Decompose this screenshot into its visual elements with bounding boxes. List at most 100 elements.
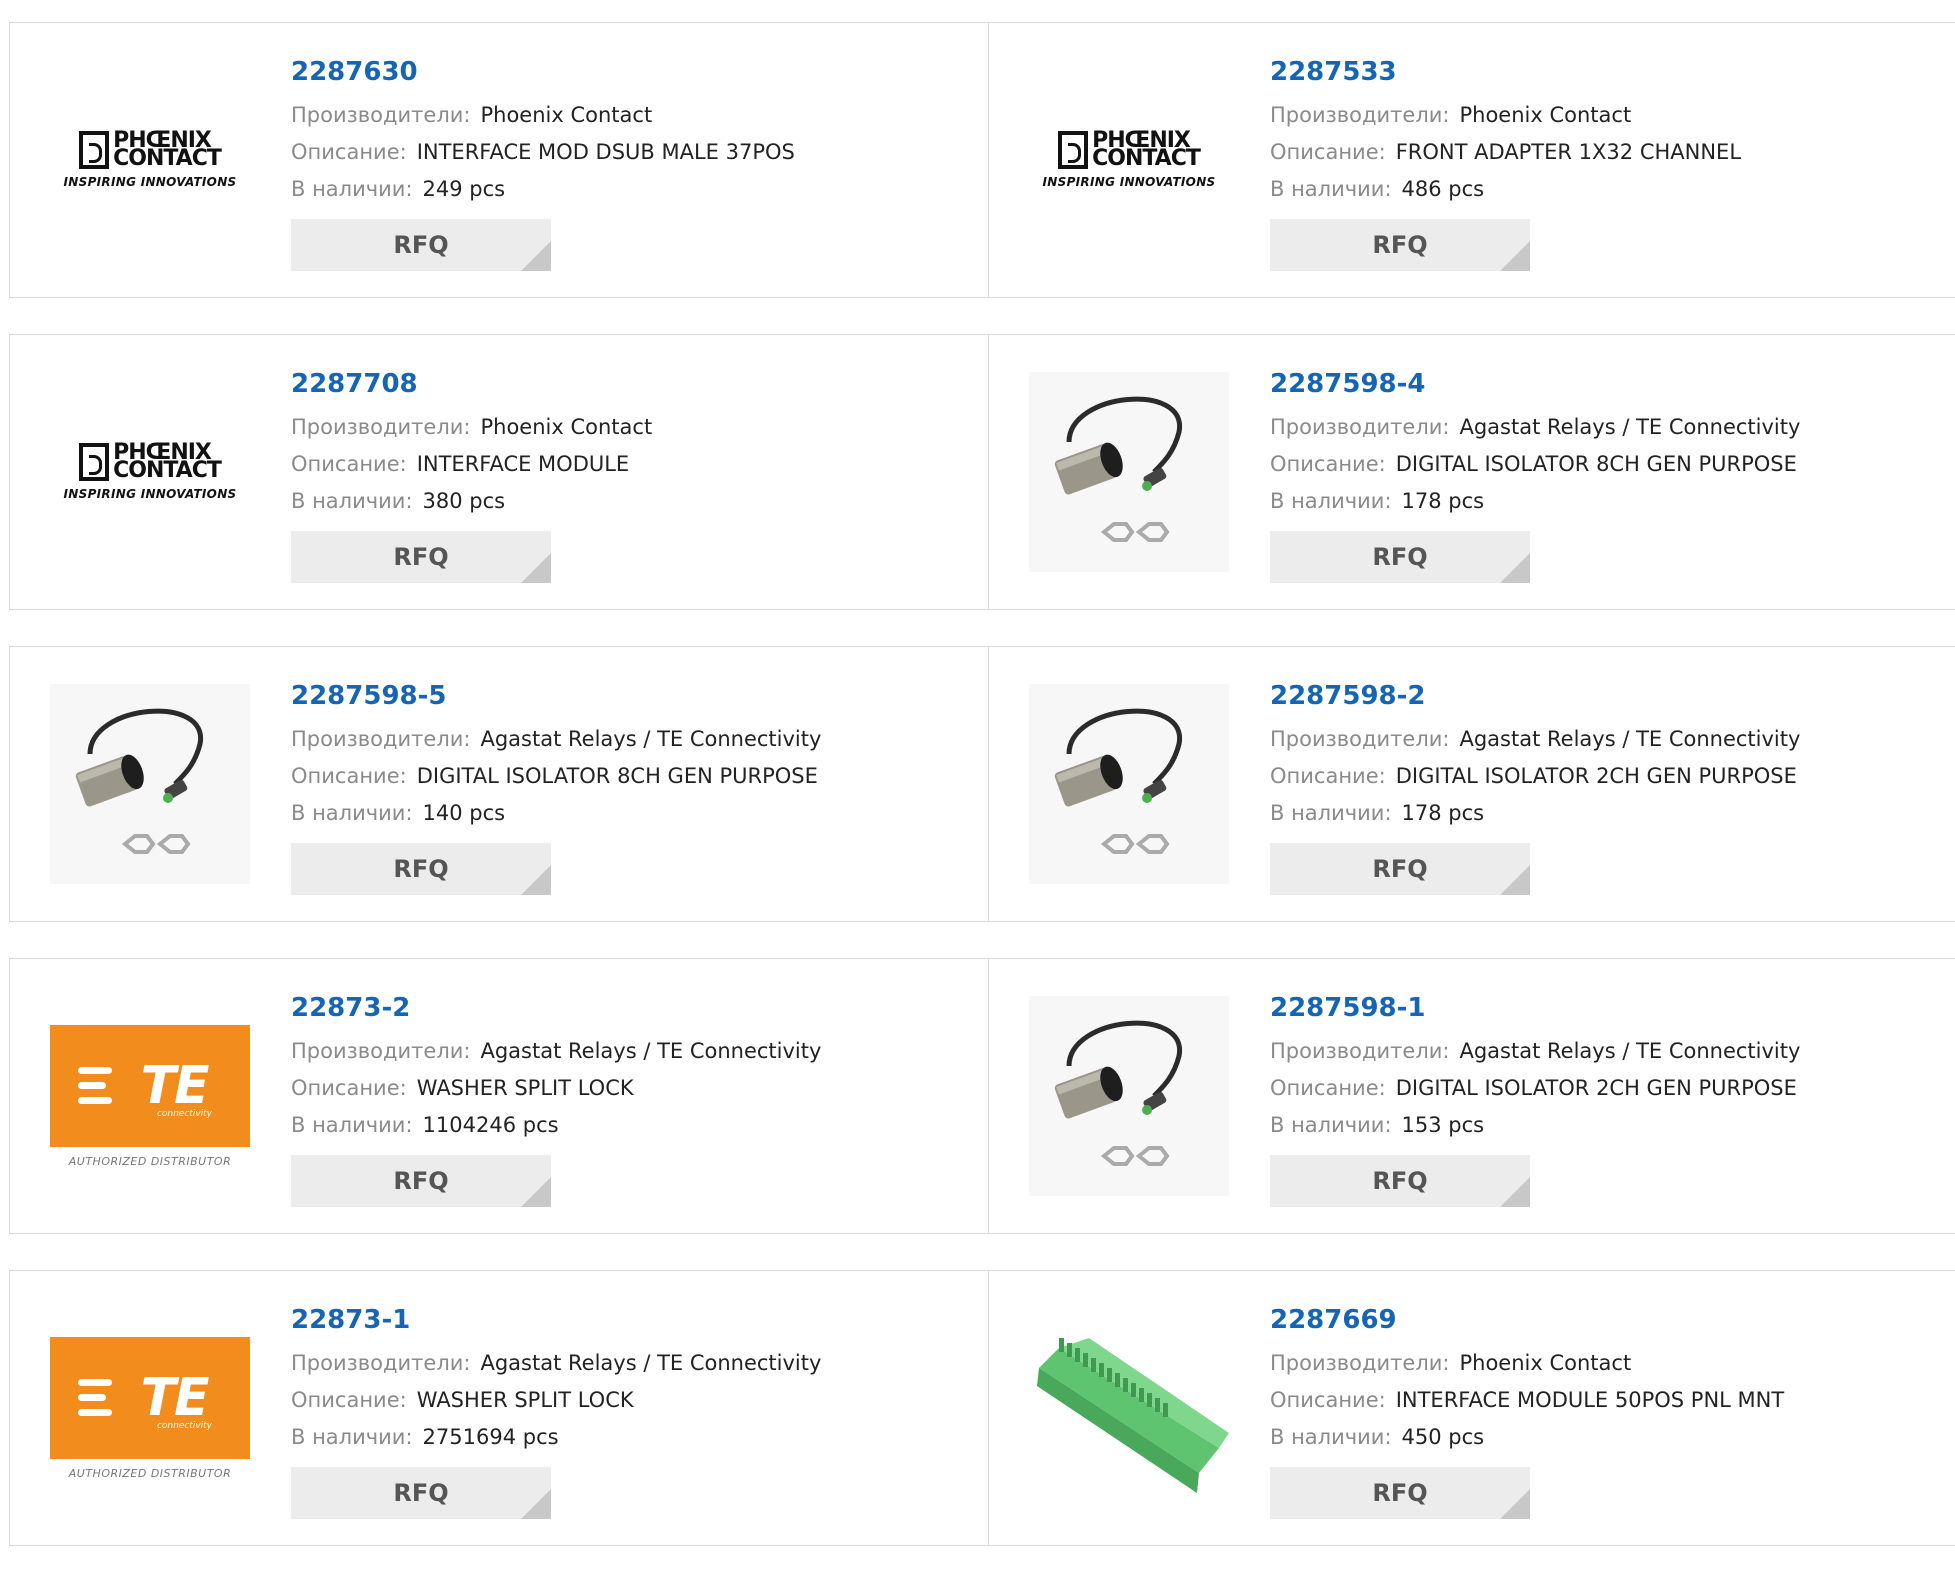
rfq-label: RFQ bbox=[393, 543, 449, 571]
product-image bbox=[1029, 684, 1229, 884]
description-line: Описание: DIGITAL ISOLATOR 8CH GEN PURPOS… bbox=[291, 758, 821, 795]
phoenix-contact-logo: PHŒNIX CONTACT INSPIRING INNOVATIONS bbox=[50, 442, 250, 502]
stock-value: 140 pcs bbox=[422, 801, 506, 825]
rfq-label: RFQ bbox=[393, 1479, 449, 1507]
description-label: Описание: bbox=[291, 140, 407, 164]
manufacturer-value: Agastat Relays / TE Connectivity bbox=[1459, 727, 1801, 751]
stock-line: В наличии: 140 pcs bbox=[291, 795, 821, 832]
stock-line: В наличии: 178 pcs bbox=[1270, 483, 1800, 520]
rfq-button[interactable]: RFQ bbox=[1270, 531, 1530, 583]
rfq-button[interactable]: RFQ bbox=[1270, 1155, 1530, 1207]
part-number-link[interactable]: 2287708 bbox=[291, 365, 652, 403]
description-line: Описание: INTERFACE MODULE bbox=[291, 446, 652, 483]
rfq-label: RFQ bbox=[1372, 231, 1428, 259]
description-value: WASHER SPLIT LOCK bbox=[416, 1076, 634, 1100]
rfq-button[interactable]: RFQ bbox=[291, 1467, 551, 1519]
description-value: INTERFACE MODULE bbox=[416, 452, 630, 476]
description-line: Описание: INTERFACE MODULE 50POS PNL MNT bbox=[1270, 1382, 1784, 1419]
description-value: DIGITAL ISOLATOR 2CH GEN PURPOSE bbox=[1395, 1076, 1797, 1100]
manufacturer-label: Производители: bbox=[291, 103, 471, 127]
stock-label: В наличии: bbox=[1270, 489, 1392, 513]
stock-line: В наличии: 2751694 pcs bbox=[291, 1419, 821, 1456]
product-card: PHŒNIX CONTACT INSPIRING INNOVATIONS 228… bbox=[9, 22, 989, 298]
product-info: 2287598-1 Производители: Agastat Relays /… bbox=[1270, 989, 1800, 1207]
logo-text-line2: CONTACT bbox=[113, 146, 222, 171]
description-value: FRONT ADAPTER 1X32 CHANNEL bbox=[1395, 140, 1742, 164]
stock-line: В наличии: 249 pcs bbox=[291, 171, 795, 208]
corner-triangle-icon bbox=[1500, 1177, 1530, 1207]
product-thumbnail[interactable] bbox=[1029, 372, 1229, 572]
product-card: TE connectivity AUTHORIZED DISTRIBUTOR 2… bbox=[9, 1270, 989, 1546]
rfq-button[interactable]: RFQ bbox=[1270, 219, 1530, 271]
rfq-label: RFQ bbox=[393, 855, 449, 883]
description-line: Описание: INTERFACE MOD DSUB MALE 37POS bbox=[291, 134, 795, 171]
stock-label: В наличии: bbox=[1270, 801, 1392, 825]
manufacturer-label: Производители: bbox=[1270, 103, 1450, 127]
phoenix-mark-icon bbox=[79, 131, 110, 169]
stock-line: В наличии: 153 pcs bbox=[1270, 1107, 1800, 1144]
stock-label: В наличии: bbox=[291, 177, 413, 201]
product-card: 2287598-4 Производители: Agastat Relays /… bbox=[989, 334, 1955, 610]
logo-text-line2: CONTACT bbox=[113, 458, 222, 483]
product-thumbnail[interactable] bbox=[1029, 1308, 1229, 1508]
product-row: TE connectivity AUTHORIZED DISTRIBUTOR 2… bbox=[9, 1270, 1955, 1546]
part-number-link[interactable]: 2287533 bbox=[1270, 53, 1741, 91]
phoenix-contact-logo: PHŒNIX CONTACT INSPIRING INNOVATIONS bbox=[50, 130, 250, 190]
part-number-link[interactable]: 22873-2 bbox=[291, 989, 821, 1027]
corner-triangle-icon bbox=[521, 1489, 551, 1519]
product-row: 2287598-5 Производители: Agastat Relays /… bbox=[9, 646, 1955, 922]
rfq-button[interactable]: RFQ bbox=[291, 1155, 551, 1207]
manufacturer-label: Производители: bbox=[291, 1039, 471, 1063]
rfq-button[interactable]: RFQ bbox=[1270, 843, 1530, 895]
corner-triangle-icon bbox=[521, 865, 551, 895]
product-card: PHŒNIX CONTACT INSPIRING INNOVATIONS 228… bbox=[989, 22, 1955, 298]
product-card: TE connectivity AUTHORIZED DISTRIBUTOR 2… bbox=[9, 958, 989, 1234]
description-line: Описание: DIGITAL ISOLATOR 8CH GEN PURPOS… bbox=[1270, 446, 1800, 483]
part-number-link[interactable]: 2287598-5 bbox=[291, 677, 821, 715]
product-info: 22873-2 Производители: Agastat Relays / T… bbox=[291, 989, 821, 1207]
te-logo-sub: connectivity bbox=[156, 1420, 212, 1431]
stock-label: В наличии: bbox=[1270, 1113, 1392, 1137]
manufacturer-label: Производители: bbox=[291, 727, 471, 751]
stock-value: 178 pcs bbox=[1401, 801, 1485, 825]
manufacturer-value: Agastat Relays / TE Connectivity bbox=[480, 1039, 822, 1063]
product-card: PHŒNIX CONTACT INSPIRING INNOVATIONS 228… bbox=[9, 334, 989, 610]
product-thumbnail[interactable] bbox=[50, 684, 250, 884]
te-logo-text: TE bbox=[140, 1367, 210, 1428]
stock-label: В наличии: bbox=[291, 1113, 413, 1137]
product-thumbnail[interactable] bbox=[1029, 996, 1229, 1196]
rfq-button[interactable]: RFQ bbox=[291, 531, 551, 583]
product-info: 2287669 Производители: Phoenix Contact Оп… bbox=[1270, 1301, 1784, 1519]
rfq-label: RFQ bbox=[393, 231, 449, 259]
description-value: DIGITAL ISOLATOR 8CH GEN PURPOSE bbox=[416, 764, 818, 788]
stock-value: 380 pcs bbox=[422, 489, 506, 513]
product-thumbnail[interactable]: PHŒNIX CONTACT INSPIRING INNOVATIONS bbox=[50, 372, 250, 572]
part-number-link[interactable]: 2287598-2 bbox=[1270, 677, 1800, 715]
rfq-button[interactable]: RFQ bbox=[291, 843, 551, 895]
part-number-link[interactable]: 22873-1 bbox=[291, 1301, 821, 1339]
description-line: Описание: FRONT ADAPTER 1X32 CHANNEL bbox=[1270, 134, 1741, 171]
product-thumbnail[interactable]: PHŒNIX CONTACT INSPIRING INNOVATIONS bbox=[1029, 60, 1229, 260]
product-thumbnail[interactable] bbox=[1029, 684, 1229, 884]
logo-tagline: INSPIRING INNOVATIONS bbox=[1042, 175, 1216, 189]
manufacturer-label: Производители: bbox=[1270, 1351, 1450, 1375]
description-value: DIGITAL ISOLATOR 2CH GEN PURPOSE bbox=[1395, 764, 1797, 788]
part-number-link[interactable]: 2287598-1 bbox=[1270, 989, 1800, 1027]
product-thumbnail[interactable]: TE connectivity AUTHORIZED DISTRIBUTOR bbox=[50, 1308, 250, 1508]
description-label: Описание: bbox=[1270, 140, 1386, 164]
rfq-button[interactable]: RFQ bbox=[291, 219, 551, 271]
rfq-button[interactable]: RFQ bbox=[1270, 1467, 1530, 1519]
stock-line: В наличии: 178 pcs bbox=[1270, 795, 1800, 832]
stock-value: 450 pcs bbox=[1401, 1425, 1485, 1449]
part-number-link[interactable]: 2287598-4 bbox=[1270, 365, 1800, 403]
part-number-link[interactable]: 2287669 bbox=[1270, 1301, 1784, 1339]
description-label: Описание: bbox=[291, 1388, 407, 1412]
product-thumbnail[interactable]: PHŒNIX CONTACT INSPIRING INNOVATIONS bbox=[50, 60, 250, 260]
corner-triangle-icon bbox=[1500, 241, 1530, 271]
description-label: Описание: bbox=[1270, 1076, 1386, 1100]
stock-value: 153 pcs bbox=[1401, 1113, 1485, 1137]
corner-triangle-icon bbox=[1500, 553, 1530, 583]
description-line: Описание: DIGITAL ISOLATOR 2CH GEN PURPOS… bbox=[1270, 1070, 1800, 1107]
product-thumbnail[interactable]: TE connectivity AUTHORIZED DISTRIBUTOR bbox=[50, 996, 250, 1196]
part-number-link[interactable]: 2287630 bbox=[291, 53, 795, 91]
